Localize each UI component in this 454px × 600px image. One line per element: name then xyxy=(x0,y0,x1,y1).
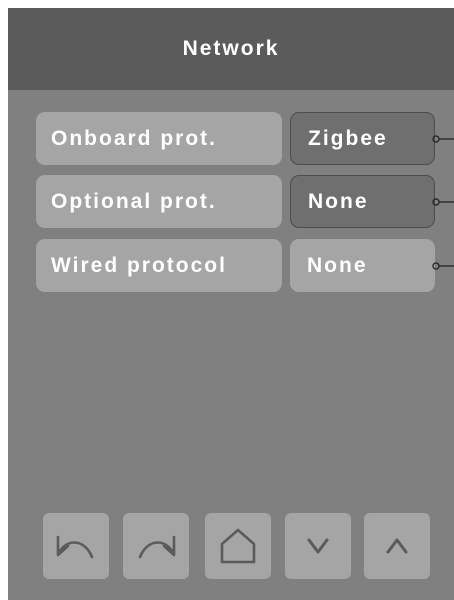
optional-protocol-value-button[interactable]: None xyxy=(290,175,435,228)
connector-line-icon xyxy=(432,198,454,206)
screen: Network Onboard prot. Zigbee Optional pr… xyxy=(8,8,454,600)
wired-protocol-label-button[interactable]: Wired protocol xyxy=(36,239,282,292)
row-value: Zigbee xyxy=(308,126,388,150)
home-button[interactable] xyxy=(205,513,271,579)
connector-line-icon xyxy=(432,262,454,270)
row-label: Wired protocol xyxy=(51,253,227,277)
scroll-down-button[interactable] xyxy=(285,513,351,579)
undo-icon xyxy=(56,535,94,559)
home-icon xyxy=(220,528,256,564)
undo-button[interactable] xyxy=(43,513,109,579)
optional-protocol-label-button[interactable]: Optional prot. xyxy=(36,175,282,228)
row-value: None xyxy=(307,253,368,277)
row-label: Onboard prot. xyxy=(51,126,217,150)
row-label: Optional prot. xyxy=(51,189,217,213)
onboard-protocol-label-button[interactable]: Onboard prot. xyxy=(36,112,282,165)
chevron-down-icon xyxy=(307,538,329,554)
chevron-up-icon xyxy=(386,538,408,554)
wired-protocol-value-button[interactable]: None xyxy=(290,239,435,292)
redo-button[interactable] xyxy=(123,513,189,579)
row-value: None xyxy=(308,189,369,213)
scroll-up-button[interactable] xyxy=(364,513,430,579)
connector-line-icon xyxy=(432,135,454,143)
redo-icon xyxy=(138,535,176,559)
header-bar: Network xyxy=(8,8,454,90)
page-title: Network xyxy=(182,37,280,60)
onboard-protocol-value-button[interactable]: Zigbee xyxy=(290,112,435,165)
